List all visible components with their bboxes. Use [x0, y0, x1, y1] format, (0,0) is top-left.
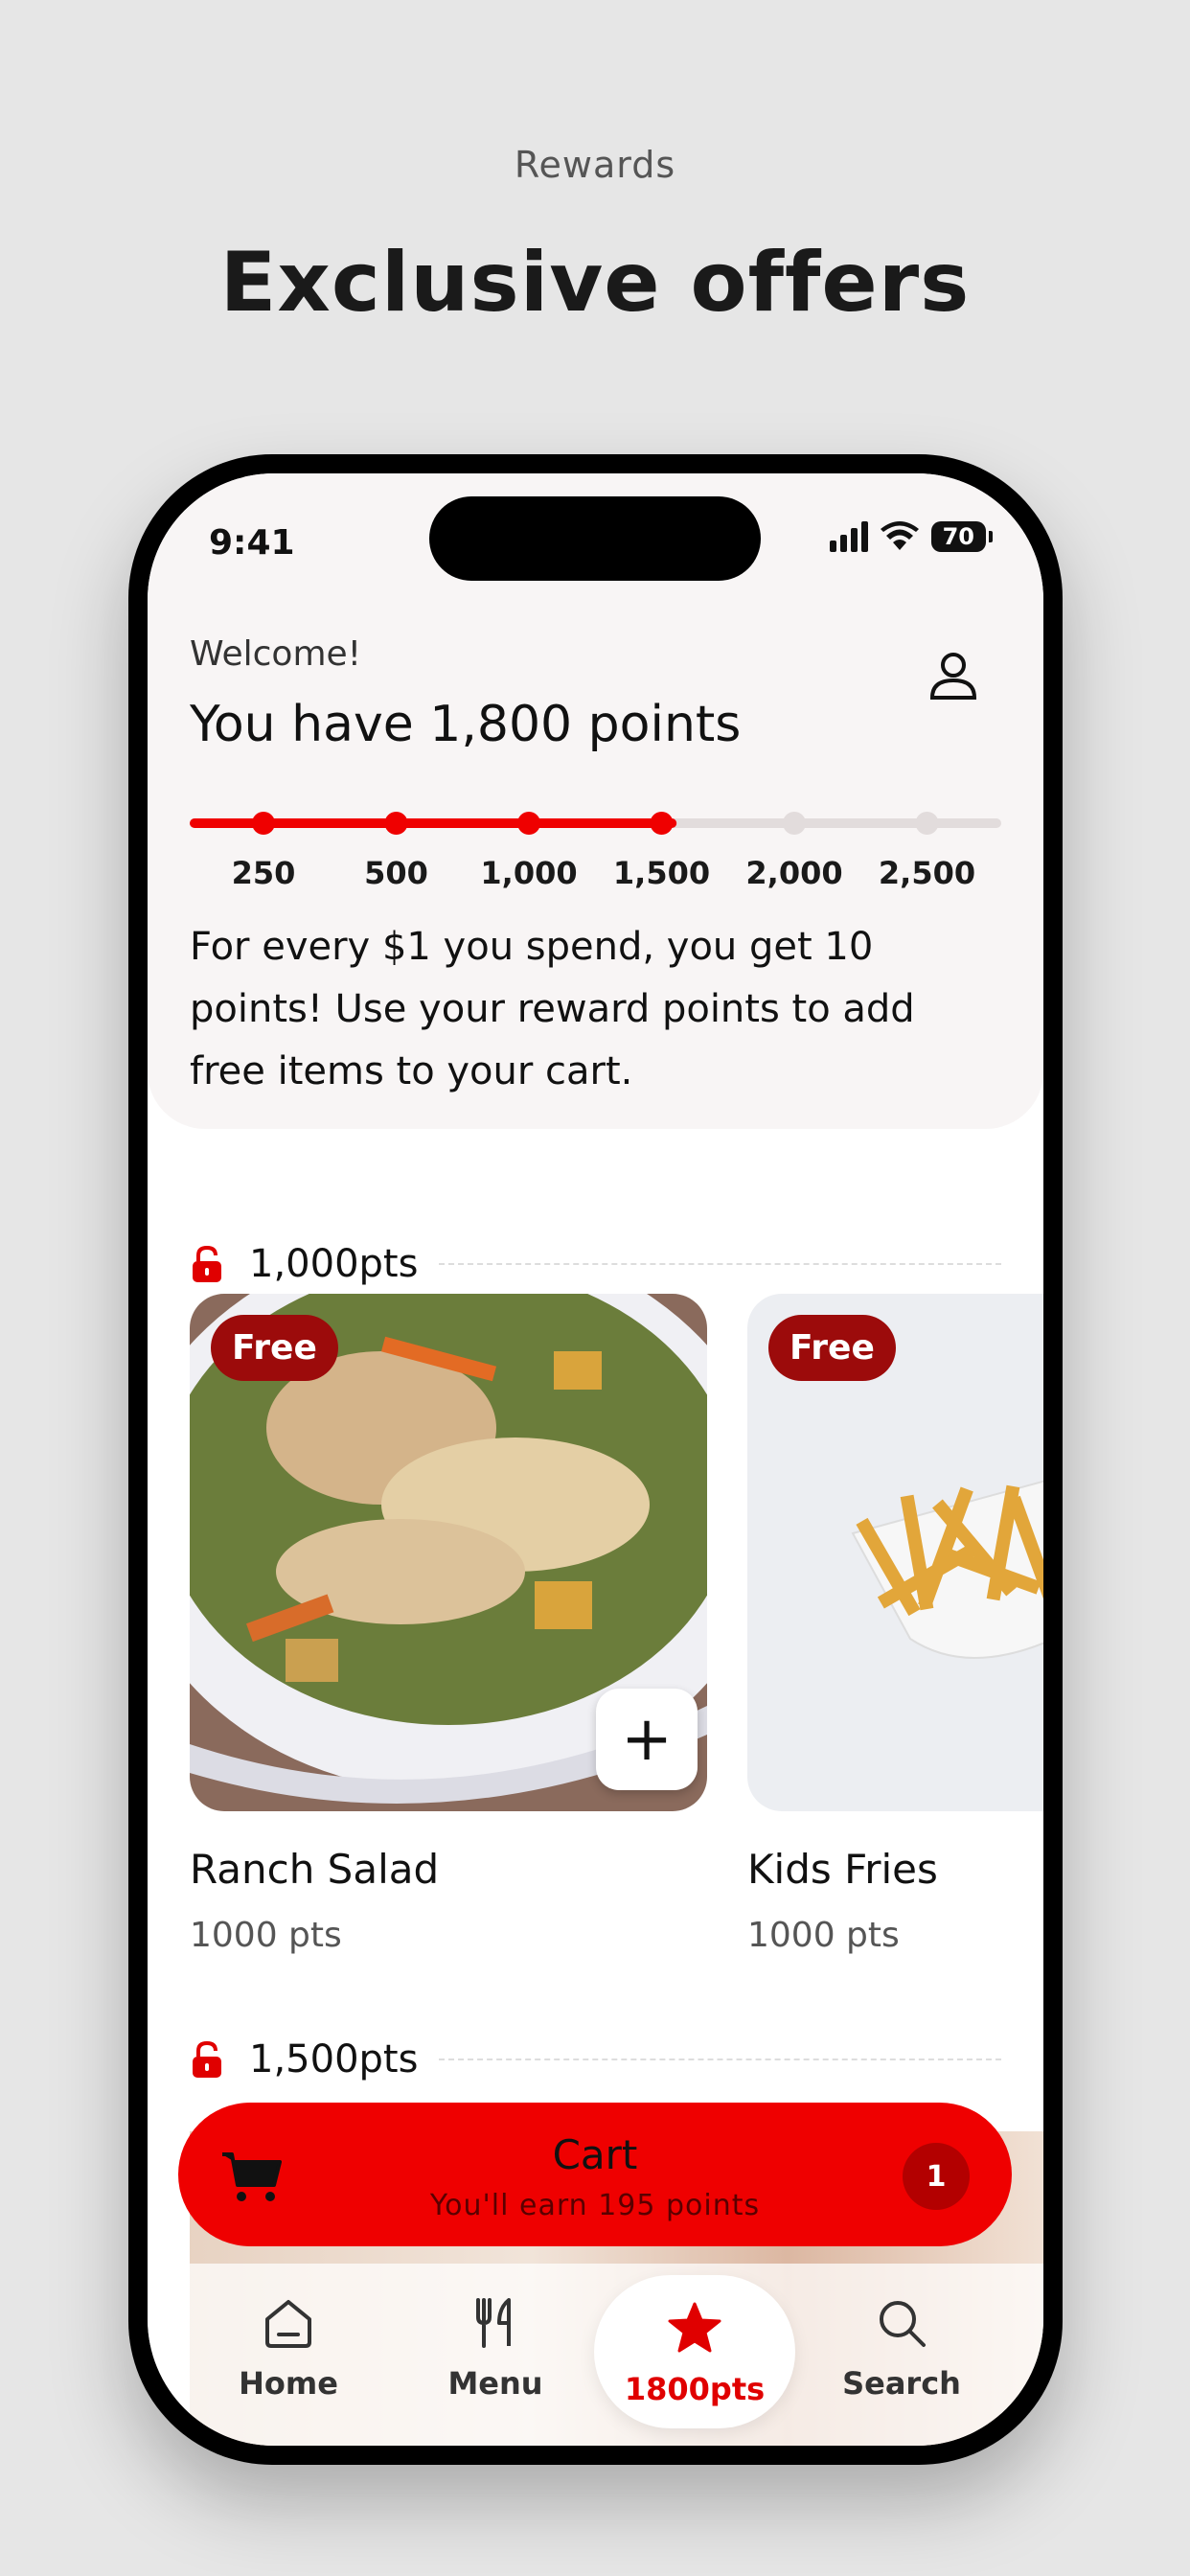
milestone-label: 1,500	[612, 855, 711, 891]
tab-bar: Home Menu 1800pts Search	[148, 2264, 1043, 2446]
free-badge: Free	[768, 1315, 896, 1381]
section-points-label: 1,500pts	[249, 2037, 419, 2082]
section-divider	[439, 1263, 1001, 1265]
cart-subtitle: You'll earn 195 points	[429, 2189, 761, 2222]
milestone-dot	[650, 812, 674, 835]
utensils-icon	[476, 2298, 511, 2348]
milestone-dot	[783, 812, 806, 835]
add-to-cart-button[interactable]: +	[596, 1689, 698, 1790]
star-icon	[668, 2302, 721, 2353]
points-header: 9:41 70 Welcome! You have 1,800 points 2…	[148, 473, 1043, 1129]
battery-indicator: 70	[930, 521, 994, 552]
section-points-label: 1,000pts	[249, 1242, 419, 1286]
milestone-dot	[915, 812, 939, 835]
eyebrow: Rewards	[514, 144, 676, 186]
item-name: Ranch Salad	[190, 1846, 440, 1893]
tab-label: 1800pts	[624, 2371, 766, 2407]
item-name: Kids Fries	[747, 1846, 938, 1893]
cart-title: Cart	[552, 2131, 638, 2178]
profile-icon[interactable]	[925, 646, 982, 703]
reward-card[interactable]: Free + Ranch Salad 1000 pts	[190, 1294, 707, 1955]
milestone-dot	[384, 812, 408, 835]
milestone-dot	[252, 812, 275, 835]
app-screen: 9:41 70 Welcome! You have 1,800 points 2…	[148, 473, 1043, 2446]
kids-fries-image: Free	[747, 1294, 1043, 1811]
tab-menu[interactable]: Menu	[395, 2294, 596, 2446]
tab-label: Home	[239, 2365, 338, 2402]
item-price: 1000 pts	[747, 1916, 900, 1955]
milestone-label: 500	[364, 855, 428, 891]
milestone-label: 2,000	[745, 855, 843, 891]
home-icon	[265, 2300, 311, 2348]
search-icon	[880, 2301, 926, 2347]
points-progress-bar	[190, 799, 1001, 847]
points-info: For every $1 you spend, you get 10 point…	[190, 925, 915, 1093]
page-headline: Exclusive offers	[219, 235, 971, 331]
tab-search[interactable]: Search	[801, 2294, 1002, 2446]
section-header-1000pts: 1,000pts	[190, 1240, 1001, 1288]
cart-button[interactable]: Cart You'll earn 195 points 1	[178, 2103, 1012, 2246]
tab-label: Search	[842, 2365, 961, 2402]
wifi-icon	[880, 521, 919, 550]
tab-rewards[interactable]: 1800pts	[594, 2275, 795, 2428]
tab-label: Menu	[447, 2365, 543, 2402]
welcome-text: Welcome!	[190, 634, 362, 674]
tab-home[interactable]: Home	[188, 2294, 389, 2446]
unlocked-icon	[193, 1245, 221, 1282]
section-divider	[439, 2058, 1001, 2060]
item-price: 1000 pts	[190, 1916, 342, 1955]
section-header-1500pts: 1,500pts	[190, 2036, 1001, 2083]
dynamic-island	[429, 496, 761, 581]
cart-count-badge: 1	[903, 2143, 970, 2210]
milestone-label: 1,000	[480, 855, 578, 891]
milestone-dot	[517, 812, 540, 835]
free-badge: Free	[211, 1315, 338, 1381]
milestone-labels: 250 500 1,000 1,500 2,000 2,500	[190, 855, 1001, 893]
milestone-label: 2,500	[878, 855, 976, 891]
ranch-salad-image: Free +	[190, 1294, 707, 1811]
phone-frame: 9:41 70 Welcome! You have 1,800 points 2…	[128, 454, 1063, 2465]
milestone-label: 250	[231, 855, 296, 891]
points-title: You have 1,800 points	[190, 696, 742, 753]
reward-card[interactable]: Free Kids Fries 1000 pts	[747, 1294, 1043, 1955]
status-time: 9:41	[209, 523, 295, 563]
signal-icon	[829, 521, 868, 552]
unlocked-icon	[193, 2040, 221, 2078]
status-icons: 70	[829, 521, 994, 552]
